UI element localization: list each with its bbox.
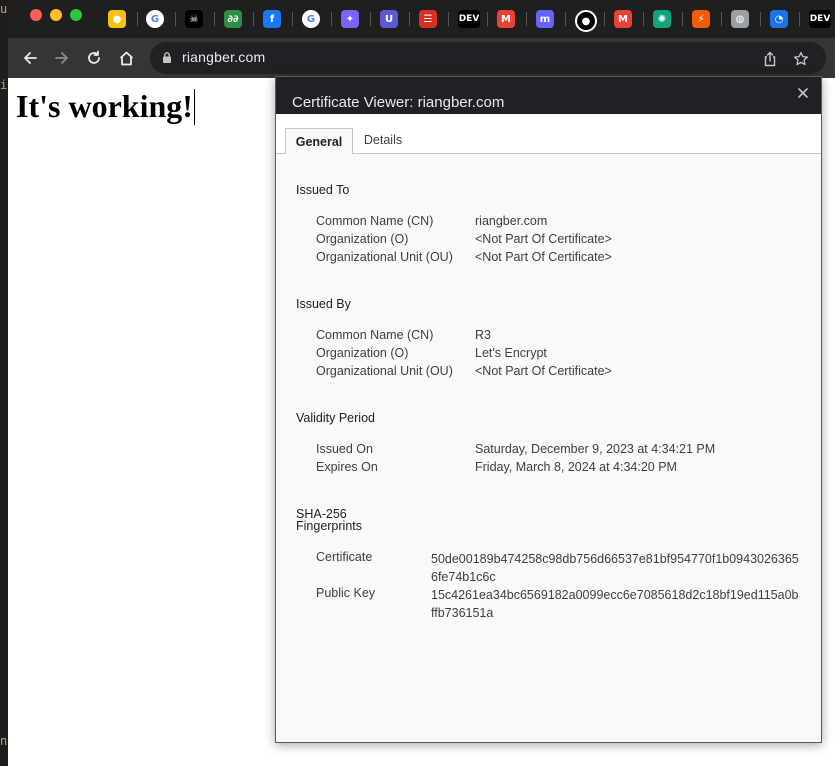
dialog-titlebar: Certificate Viewer: riangber.com xyxy=(276,77,821,114)
home-icon xyxy=(119,51,133,65)
field-value: <Not Part Of Certificate> xyxy=(475,232,612,246)
field-value: Saturday, December 9, 2023 at 4:34:21 PM xyxy=(475,442,716,456)
editor-char: u xyxy=(0,2,8,16)
tab-separator xyxy=(565,12,566,26)
google-favicon-icon-2[interactable]: G xyxy=(302,10,320,28)
reload-button[interactable] xyxy=(82,46,106,70)
browser-toolbar: riangber.com xyxy=(8,38,835,78)
tab-general[interactable]: General xyxy=(285,128,353,154)
url-text[interactable]: riangber.com xyxy=(182,49,265,65)
page-heading: It's working! xyxy=(16,88,195,125)
tab-separator xyxy=(175,12,176,26)
tab-separator xyxy=(331,12,332,26)
page-heading-text: It's working! xyxy=(16,88,193,124)
tab-separator xyxy=(604,12,605,26)
tab-separator xyxy=(526,12,527,26)
tab-separator xyxy=(370,12,371,26)
pirate-favicon-icon[interactable]: ☠ xyxy=(185,10,203,28)
field-label: Organization (O) xyxy=(316,346,409,360)
share-button[interactable] xyxy=(761,50,779,68)
lock-icon[interactable] xyxy=(162,51,172,64)
close-window-button[interactable] xyxy=(30,9,42,21)
field-value: <Not Part Of Certificate> xyxy=(475,364,612,378)
dialog-close-button[interactable] xyxy=(793,83,813,103)
section-title-issued-by: Issued By xyxy=(296,297,351,311)
maximize-window-button[interactable] xyxy=(70,9,82,21)
gmail-favicon-icon-2[interactable]: M xyxy=(614,10,632,28)
google-favicon-icon[interactable]: G xyxy=(146,10,164,28)
field-label: Common Name (CN) xyxy=(316,214,434,228)
fingerprint-value: 50de00189b474258c98db756d66537e81bf95477… xyxy=(431,552,799,584)
globe-favicon-icon[interactable]: ◍ xyxy=(731,10,749,28)
tab-separator xyxy=(682,12,683,26)
section-title-validity: Validity Period xyxy=(296,411,375,425)
tab-separator xyxy=(253,12,254,26)
field-label: Expires On xyxy=(316,460,378,474)
tab-separator xyxy=(448,12,449,26)
field-value: Friday, March 8, 2024 at 4:34:20 PM xyxy=(475,460,677,474)
forward-button[interactable] xyxy=(50,46,74,70)
dev-favicon-icon[interactable]: DEV xyxy=(458,10,480,28)
field-value: riangber.com xyxy=(475,214,548,228)
field-label: Organizational Unit (OU) xyxy=(316,250,453,264)
dialog-tab-bar: General Details xyxy=(276,114,821,154)
field-label: Organization (O) xyxy=(316,232,409,246)
reload-icon xyxy=(88,50,100,64)
close-icon xyxy=(798,88,808,98)
dialog-title: Certificate Viewer: riangber.com xyxy=(292,94,505,111)
back-button[interactable] xyxy=(18,46,42,70)
section-title-fingerprints-line2: Fingerprints xyxy=(296,519,362,533)
tab-separator xyxy=(799,12,800,26)
tab-separator xyxy=(409,12,410,26)
sparkle-favicon-icon[interactable]: ✦ xyxy=(341,10,359,28)
fingerprint-value: 15c4261ea34bc6569182a0099ecc6e7085618d2c… xyxy=(431,588,799,620)
tab-separator xyxy=(487,12,488,26)
dev-favicon-icon-2[interactable]: DEV xyxy=(809,10,831,28)
list-favicon-icon[interactable]: ☰ xyxy=(419,10,437,28)
share-icon xyxy=(764,51,776,67)
background-editor-strip: u i n xyxy=(0,0,8,766)
facebook-favicon-icon[interactable]: f xyxy=(263,10,281,28)
section-title-issued-to: Issued To xyxy=(296,183,350,197)
field-label: Common Name (CN) xyxy=(316,328,434,342)
home-button[interactable] xyxy=(114,46,138,70)
arrow-left-icon xyxy=(24,52,37,64)
arrow-right-icon xyxy=(55,52,68,64)
browser-tab-strip: ● G ☠ ∂∂ f G ✦ U ☰ DEV Mm ● M ✺ ⚡ ◍ ◔ DEV xyxy=(8,0,835,38)
editor-char: i xyxy=(0,78,8,92)
zap-favicon-icon[interactable]: ⚡ xyxy=(692,10,710,28)
tab-separator xyxy=(137,12,138,26)
star-icon xyxy=(793,51,809,66)
bookmark-button[interactable] xyxy=(792,50,810,68)
field-value: R3 xyxy=(475,328,491,342)
certificate-viewer-dialog: Certificate Viewer: riangber.com General… xyxy=(275,76,822,743)
field-label: Certificate xyxy=(316,550,373,564)
lock-favicon-icon[interactable]: ● xyxy=(108,10,126,28)
field-label: Issued On xyxy=(316,442,373,456)
minimize-window-button[interactable] xyxy=(50,9,62,21)
field-label: Organizational Unit (OU) xyxy=(316,364,453,378)
loader-favicon-icon[interactable]: ◔ xyxy=(770,10,788,28)
gmail-favicon-icon[interactable]: M xyxy=(497,10,515,28)
address-bar[interactable]: riangber.com xyxy=(150,42,826,74)
editor-char: n xyxy=(0,734,8,748)
tab-separator xyxy=(721,12,722,26)
tab-separator xyxy=(292,12,293,26)
tab-separator xyxy=(643,12,644,26)
text-caret xyxy=(193,89,195,125)
mastodon-favicon-icon[interactable]: m xyxy=(536,10,554,28)
chatgpt-favicon-icon[interactable]: ✺ xyxy=(653,10,671,28)
github-favicon-icon[interactable]: ● xyxy=(575,10,597,32)
field-value: <Not Part Of Certificate> xyxy=(475,250,612,264)
u-favicon-icon[interactable]: U xyxy=(380,10,398,28)
field-label: Public Key xyxy=(316,586,376,600)
tab-separator xyxy=(214,12,215,26)
field-value: Let's Encrypt xyxy=(475,346,547,360)
tab-details[interactable]: Details xyxy=(356,128,410,152)
tab-separator xyxy=(760,12,761,26)
geeksforgeeks-favicon-icon[interactable]: ∂∂ xyxy=(224,10,242,28)
